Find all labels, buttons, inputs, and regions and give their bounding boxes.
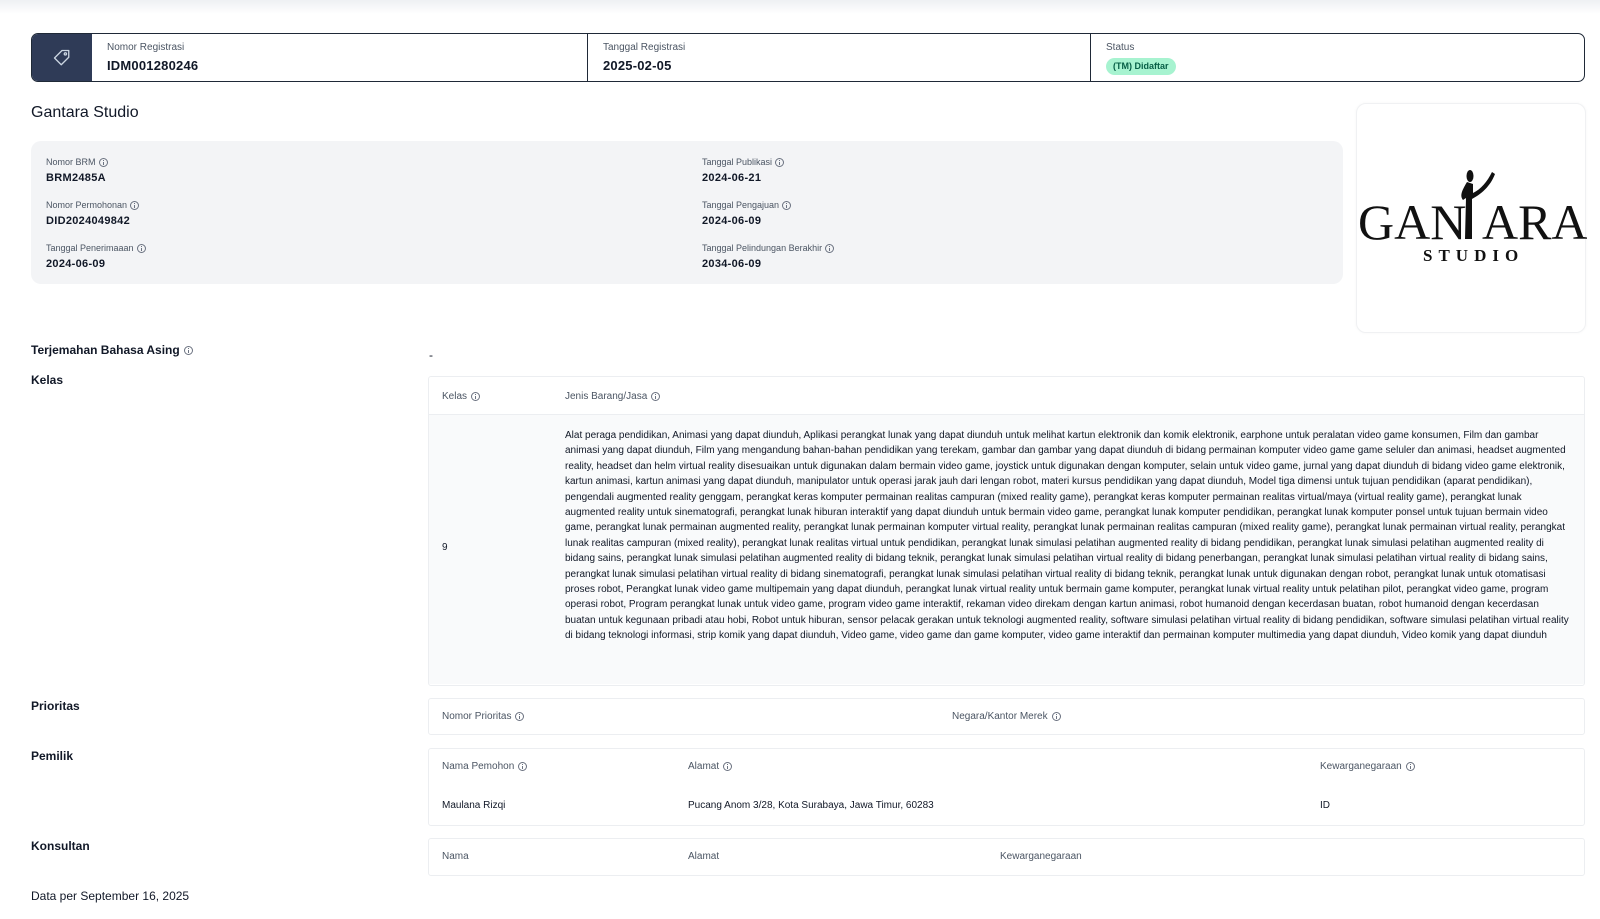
kewarganegaraan-header: Kewarganegaraan xyxy=(1320,761,1415,772)
kelas-col-label: Kelas xyxy=(442,391,468,402)
info-icon[interactable] xyxy=(825,244,835,253)
registration-number-cell: Nomor Registrasi IDM001280246 xyxy=(92,34,587,81)
info-icon[interactable] xyxy=(775,158,785,167)
kelas-label: Kelas xyxy=(31,373,64,387)
info-icon[interactable] xyxy=(1405,762,1415,771)
perlindungan-label: Tanggal Pelindungan Berakhir xyxy=(702,243,823,253)
field-brm: Nomor BRM BRM2485A xyxy=(46,157,108,185)
pengajuan-label: Tanggal Pengajuan xyxy=(702,200,780,210)
goods-description: Alat peraga pendidikan, Animasi yang dap… xyxy=(565,430,1569,642)
table-row: 9 Alat peraga pendidikan, Animasi yang d… xyxy=(429,414,1584,684)
info-icon[interactable] xyxy=(130,201,140,210)
logo-subtitle: STUDIO xyxy=(1423,246,1524,265)
terjemahan-label: Terjemahan Bahasa Asing xyxy=(31,343,193,357)
terjemahan-label-text: Terjemahan Bahasa Asing xyxy=(31,343,180,357)
pemilik-table: Nama Pemohon Alamat Kewarganegaraan Maul… xyxy=(428,748,1585,826)
nomor-prioritas-header: Nomor Prioritas xyxy=(442,711,525,722)
status-label: Status xyxy=(1106,42,1135,53)
permohonan-value: DID2024049842 xyxy=(46,215,131,227)
jenis-column-header: Jenis Barang/Jasa xyxy=(565,391,661,402)
status-cell: Status (TM) Didaftar xyxy=(1090,34,1584,81)
pemohon-name: Maulana Rizqi xyxy=(442,800,506,811)
pemohon-citizenship: ID xyxy=(1320,800,1330,811)
negara-kantor-header: Negara/Kantor Merek xyxy=(952,711,1061,722)
info-icon[interactable] xyxy=(1051,712,1061,721)
registration-date-cell: Tanggal Registrasi 2025-02-05 xyxy=(587,34,1090,81)
kewarganegaraan-label: Kewarganegaraan xyxy=(1320,761,1402,772)
info-icon[interactable] xyxy=(782,201,792,210)
jenis-col-label: Jenis Barang/Jasa xyxy=(565,391,648,402)
konsultan-kewarganegaraan-header: Kewarganegaraan xyxy=(1000,851,1082,862)
field-perlindungan: Tanggal Pelindungan Berakhir 2034-06-09 xyxy=(702,243,835,271)
info-icon[interactable] xyxy=(136,244,146,253)
pemilik-label: Pemilik xyxy=(31,749,74,763)
page-title: Gantara Studio xyxy=(31,104,139,121)
publikasi-value: 2024-06-21 xyxy=(702,172,762,184)
info-icon[interactable] xyxy=(183,345,193,355)
details-panel: Nomor BRM BRM2485A Nomor Permohonan DID2… xyxy=(31,141,1343,284)
trademark-logo: GAN ARA STUDIO xyxy=(1358,170,1588,265)
info-icon[interactable] xyxy=(723,762,733,771)
registration-header: Nomor Registrasi IDM001280246 Tanggal Re… xyxy=(31,33,1585,82)
data-date-note: Data per September 16, 2025 xyxy=(31,889,190,903)
info-icon[interactable] xyxy=(98,158,108,167)
registration-number: IDM001280246 xyxy=(107,58,199,73)
nomor-prioritas-label: Nomor Prioritas xyxy=(442,711,512,722)
negara-kantor-label: Negara/Kantor Merek xyxy=(952,711,1048,722)
pemohon-address: Pucang Anom 3/28, Kota Surabaya, Jawa Ti… xyxy=(688,800,934,811)
publikasi-label: Tanggal Publikasi xyxy=(702,157,773,167)
prioritas-label: Prioritas xyxy=(31,699,80,713)
brm-value: BRM2485A xyxy=(46,172,106,184)
konsultan-label: Konsultan xyxy=(31,839,90,853)
tag-icon xyxy=(53,49,70,65)
info-icon[interactable] xyxy=(515,712,525,721)
perlindungan-value: 2034-06-09 xyxy=(702,258,762,270)
brm-label: Nomor BRM xyxy=(46,157,96,167)
permohonan-label: Nomor Permohonan xyxy=(46,200,128,210)
penerimaan-value: 2024-06-09 xyxy=(46,258,106,270)
kelas-table: Kelas Jenis Barang/Jasa 9 Alat peraga pe… xyxy=(428,376,1585,686)
registration-date-label: Tanggal Registrasi xyxy=(603,42,686,53)
alamat-header: Alamat xyxy=(688,761,733,772)
penerimaan-label: Tanggal Penerimaaan xyxy=(46,243,134,253)
info-icon[interactable] xyxy=(471,392,481,401)
nama-pemohon-header: Nama Pemohon xyxy=(442,761,528,772)
nama-pemohon-label: Nama Pemohon xyxy=(442,761,515,772)
info-icon[interactable] xyxy=(518,762,528,771)
alamat-label: Alamat xyxy=(688,761,720,772)
status-badge: (TM) Didaftar xyxy=(1106,58,1176,75)
field-pengajuan: Tanggal Pengajuan 2024-06-09 xyxy=(702,200,792,228)
registration-date: 2025-02-05 xyxy=(603,58,672,73)
konsultan-nama-header: Nama xyxy=(442,851,469,862)
logo-text-left: GAN xyxy=(1358,194,1466,250)
field-permohonan: Nomor Permohonan DID2024049842 xyxy=(46,200,140,228)
konsultan-alamat-header: Alamat xyxy=(688,851,720,862)
kelas-column-header: Kelas xyxy=(442,391,481,402)
tag-icon-box xyxy=(32,34,92,81)
pengajuan-value: 2024-06-09 xyxy=(702,215,762,227)
info-icon[interactable] xyxy=(651,392,661,401)
logo-text-right: ARA xyxy=(1482,194,1587,250)
konsultan-table: Nama Alamat Kewarganegaraan xyxy=(428,838,1585,876)
field-penerimaan: Tanggal Penerimaaan 2024-06-09 xyxy=(46,243,146,271)
registration-number-label: Nomor Registrasi xyxy=(107,42,185,53)
class-number: 9 xyxy=(442,542,448,553)
trademark-logo-card[interactable]: GAN ARA STUDIO xyxy=(1356,103,1588,333)
field-publikasi: Tanggal Publikasi 2024-06-21 xyxy=(702,157,785,185)
prioritas-table: Nomor Prioritas Negara/Kantor Merek xyxy=(428,698,1585,735)
terjemahan-value: - xyxy=(429,348,433,362)
top-shadow xyxy=(0,0,1600,14)
